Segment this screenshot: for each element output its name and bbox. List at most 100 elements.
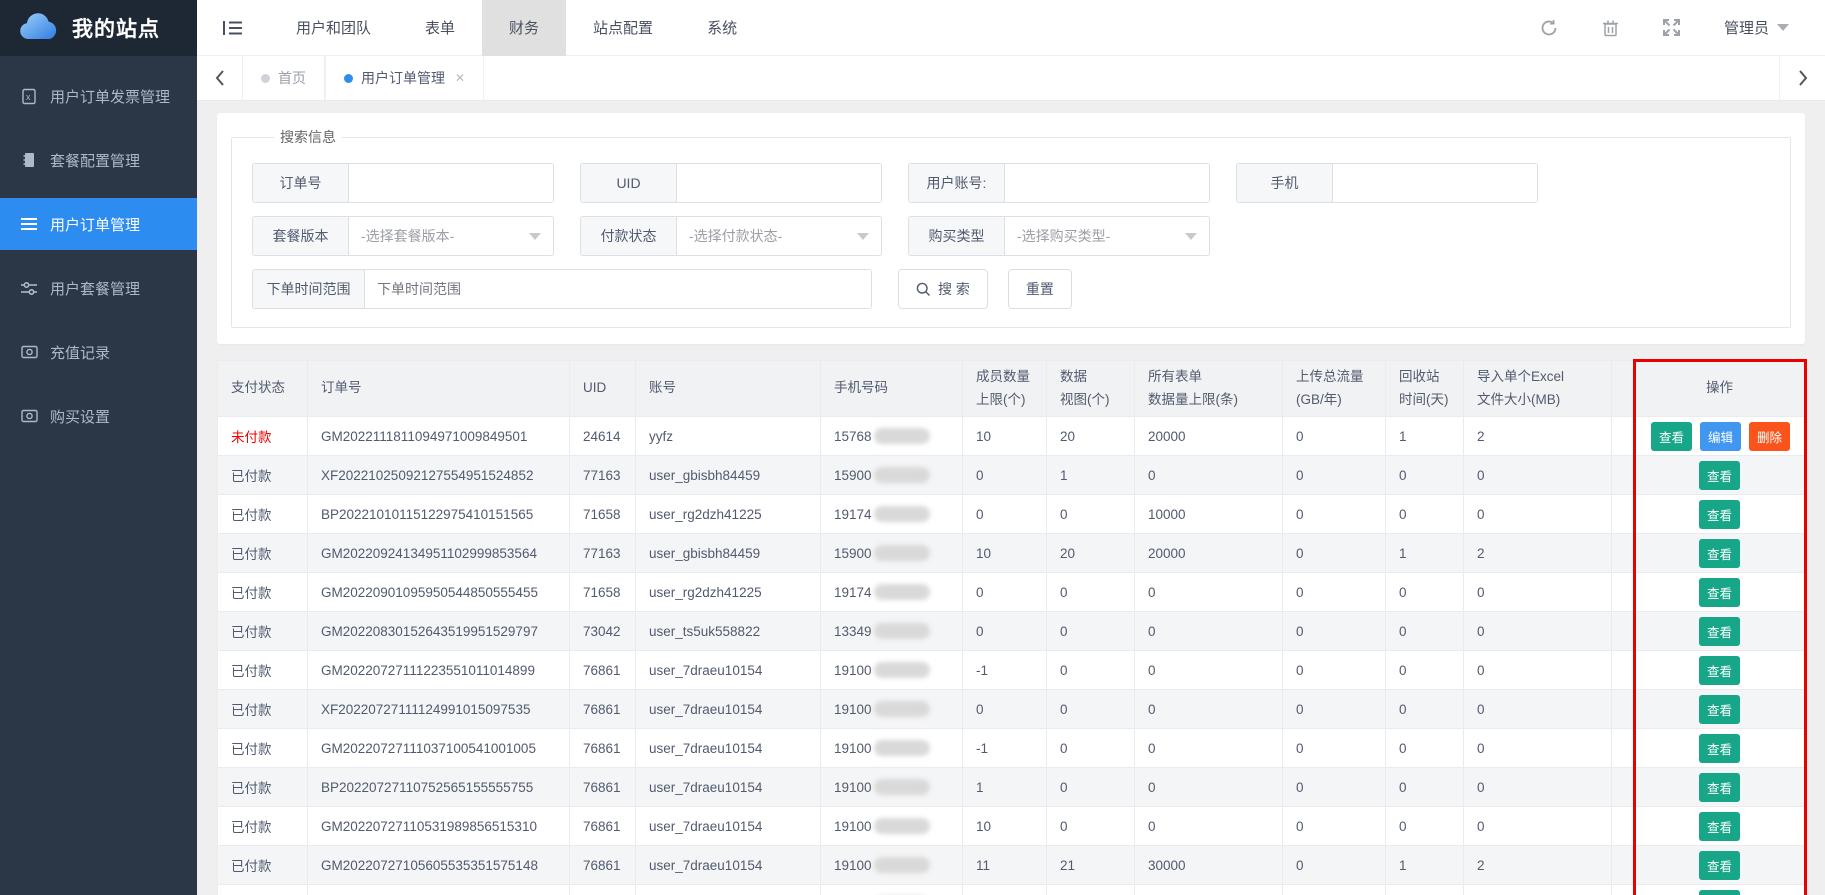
tab-0[interactable]: 首页 [243, 56, 325, 100]
cell-views: 1 [1047, 456, 1135, 495]
cell-ops: 查看 [1634, 885, 1806, 895]
pay-status-field: 付款状态 -选择付款状态- [580, 216, 882, 256]
package-version-select[interactable]: -选择套餐版本- [349, 217, 553, 255]
view-button[interactable]: 查看 [1699, 695, 1740, 724]
view-button[interactable]: 查看 [1699, 890, 1740, 895]
top-nav-item-1[interactable]: 表单 [398, 0, 482, 56]
admin-menu[interactable]: 管理员 [1724, 17, 1789, 38]
top-nav-item-3[interactable]: 站点配置 [566, 0, 680, 56]
cell-phone: 15900 [821, 534, 963, 573]
package-version-field: 套餐版本 -选择套餐版本- [252, 216, 554, 256]
cell-order: GM20220727111223551011014899 [308, 651, 570, 690]
cell-traffic: 0 [1283, 768, 1386, 807]
sidebar-item-label: 购买设置 [50, 406, 110, 427]
col-header-uid: UID [570, 361, 636, 417]
view-button[interactable]: 查看 [1699, 617, 1740, 646]
cell-ops: 查看 [1634, 612, 1806, 651]
cell-excel: 2 [1464, 846, 1612, 885]
uid-input[interactable] [677, 164, 881, 202]
cell-form_limit: 10000 [1135, 495, 1283, 534]
tabs-scroll-right-icon[interactable] [1779, 56, 1825, 100]
cell-account: user_ts5uk558822 [636, 612, 821, 651]
status-badge: 已付款 [231, 586, 272, 601]
sidebar-item-0[interactable]: x用户订单发票管理 [0, 70, 197, 122]
sidebar-item-5[interactable]: 购买设置 [0, 390, 197, 442]
view-button[interactable]: 查看 [1699, 734, 1740, 763]
account-input[interactable] [1005, 164, 1209, 202]
time-range-input[interactable] [365, 270, 871, 308]
view-button[interactable]: 查看 [1699, 500, 1740, 529]
sidebar-item-4[interactable]: 充值记录 [0, 326, 197, 378]
view-button[interactable]: 查看 [1699, 773, 1740, 802]
view-button[interactable]: 查看 [1699, 578, 1740, 607]
cell-order: XF20220727111124991015097535 [308, 690, 570, 729]
cell-uid: 73042 [570, 612, 636, 651]
cell-recycle: 0 [1386, 651, 1464, 690]
cell-ops: 查看 [1634, 729, 1806, 768]
tab-close-icon[interactable]: ✕ [455, 71, 465, 85]
view-button[interactable]: 查看 [1699, 656, 1740, 685]
sidebar-item-2[interactable]: 用户订单管理 [0, 198, 197, 250]
delete-button[interactable]: 删除 [1749, 422, 1790, 451]
phone-prefix: 15768 [834, 429, 872, 444]
status-badge: 已付款 [231, 820, 272, 835]
cell-traffic: 0 [1283, 573, 1386, 612]
cell-form_limit: 0 [1135, 612, 1283, 651]
cell-traffic: 0 [1283, 690, 1386, 729]
top-nav-item-4[interactable]: 系统 [680, 0, 764, 56]
cell-views: 0 [1047, 573, 1135, 612]
phone-field: 手机 [1236, 163, 1538, 203]
trash-icon[interactable] [1602, 19, 1619, 37]
cell-uid: 76861 [570, 768, 636, 807]
view-button[interactable]: 查看 [1699, 539, 1740, 568]
view-button[interactable]: 查看 [1651, 422, 1692, 451]
view-button[interactable]: 查看 [1699, 461, 1740, 490]
chevron-down-icon [529, 233, 541, 240]
menu-collapse-icon[interactable] [223, 20, 243, 36]
svg-text:x: x [26, 92, 31, 102]
cell-uid: 71658 [570, 495, 636, 534]
cell-form_limit: 0 [1135, 456, 1283, 495]
tabs-scroll-left-icon[interactable] [197, 56, 243, 100]
search-button[interactable]: 搜 索 [898, 269, 988, 309]
view-button[interactable]: 查看 [1699, 851, 1740, 880]
purchase-type-select[interactable]: -选择购买类型- [1005, 217, 1209, 255]
order-no-input[interactable] [349, 164, 553, 202]
cell-excel: 0 [1464, 885, 1612, 895]
edit-button[interactable]: 编辑 [1700, 422, 1741, 451]
topbar-tools: 管理员 [1540, 17, 1825, 38]
cell-order: XF20221025092127554951524852 [308, 456, 570, 495]
phone-prefix: 19100 [834, 780, 872, 795]
phone-input[interactable] [1333, 164, 1537, 202]
table-row: 已付款XF2022102509212755495152485277163user… [218, 456, 1806, 495]
phone-blurred-segment [874, 584, 930, 600]
cell-excel: 0 [1464, 807, 1612, 846]
phone-prefix: 19100 [834, 819, 872, 834]
cell-status: 已付款 [218, 846, 308, 885]
cell-traffic: 0 [1283, 807, 1386, 846]
cell-traffic: 0 [1283, 846, 1386, 885]
table-row: 已付款GM2022072711103710054100100576861user… [218, 729, 1806, 768]
sidebar-item-1[interactable]: 套餐配置管理 [0, 134, 197, 186]
phone-blurred-segment [874, 623, 930, 639]
cell-phone: 15768 [821, 417, 963, 456]
cell-account: user_gbisbh84459 [636, 456, 821, 495]
phone-blurred-segment [874, 740, 930, 756]
fullscreen-icon[interactable] [1663, 19, 1680, 36]
pay-status-select[interactable]: -选择付款状态- [677, 217, 881, 255]
cell-excel: 0 [1464, 729, 1612, 768]
status-badge: 已付款 [231, 703, 272, 718]
top-nav-item-0[interactable]: 用户和团队 [269, 0, 398, 56]
reset-button[interactable]: 重置 [1008, 269, 1072, 309]
tab-1[interactable]: 用户订单管理✕ [325, 56, 484, 100]
refresh-icon[interactable] [1540, 19, 1558, 37]
sidebar-item-3[interactable]: 用户套餐管理 [0, 262, 197, 314]
cell-views: 1 [1047, 885, 1135, 895]
view-button[interactable]: 查看 [1699, 812, 1740, 841]
cell-account: user_7draeu10154 [636, 846, 821, 885]
top-nav-item-2[interactable]: 财务 [482, 0, 566, 56]
cell-phone: 19174 [821, 495, 963, 534]
status-badge: 已付款 [231, 664, 272, 679]
admin-label: 管理员 [1724, 17, 1769, 38]
orders-table-wrap: 支付状态订单号UID账号手机号码成员数量上限(个)数据视图(个)所有表单数据量上… [217, 360, 1805, 895]
